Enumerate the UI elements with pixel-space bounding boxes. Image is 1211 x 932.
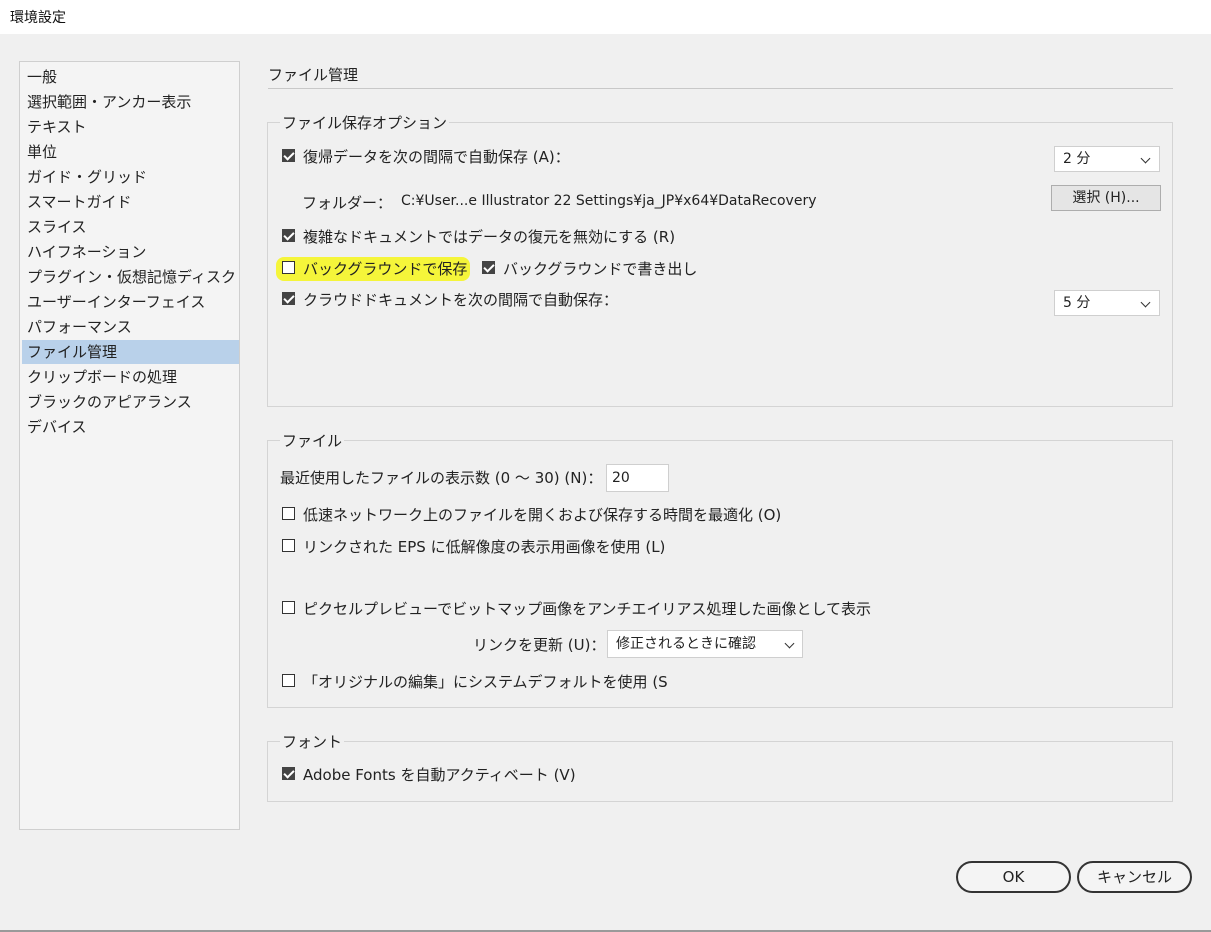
files-group-label: ファイル	[280, 430, 345, 451]
low-res-eps-checkbox[interactable]	[282, 539, 295, 552]
chevron-down-icon	[784, 638, 795, 649]
edit-original-label: 「オリジナルの編集」にシステムデフォルトを使用 (S	[303, 673, 668, 691]
sidebar-item-file-handling[interactable]: ファイル管理	[22, 340, 239, 364]
background-export-checkbox[interactable]	[482, 261, 495, 274]
cloud-interval-value: 5 分	[1063, 295, 1091, 311]
disable-recovery-label: 複雑なドキュメントではデータの復元を無効にする (R)	[303, 228, 676, 246]
autosave-label: 復帰データを次の間隔で自動保存 (A)：	[303, 148, 570, 166]
optimize-network-checkbox[interactable]	[282, 507, 295, 520]
sidebar-item-slices[interactable]: スライス	[22, 215, 239, 239]
recent-count-label: 最近使用したファイルの表示数 (0 〜 30) (N)：	[280, 469, 603, 487]
cloud-interval-select[interactable]: 5 分	[1054, 290, 1160, 316]
pixel-preview-checkbox[interactable]	[282, 601, 295, 614]
recent-count-input[interactable]: 20	[606, 464, 669, 492]
disable-recovery-checkbox[interactable]	[282, 229, 295, 242]
sidebar-item-guides-grid[interactable]: ガイド・グリッド	[22, 165, 239, 189]
sidebar-item-smart-guides[interactable]: スマートガイド	[22, 190, 239, 214]
page-title: ファイル管理	[268, 66, 359, 84]
cancel-button[interactable]: キャンセル	[1077, 861, 1192, 893]
sidebar-item-user-interface[interactable]: ユーザーインターフェイス	[22, 290, 239, 314]
background-export-label: バックグラウンドで書き出し	[503, 260, 698, 278]
sidebar-item-performance[interactable]: パフォーマンス	[22, 315, 239, 339]
sidebar-item-selection[interactable]: 選択範囲・アンカー表示	[22, 90, 239, 114]
low-res-eps-label: リンクされた EPS に低解像度の表示用画像を使用 (L)	[303, 538, 666, 556]
background-save-checkbox[interactable]	[282, 261, 295, 274]
fonts-group-label: フォント	[280, 731, 345, 752]
autosave-checkbox[interactable]	[282, 149, 295, 162]
cloud-autosave-checkbox[interactable]	[282, 292, 295, 305]
title-bar: 環境設定	[0, 0, 1211, 34]
title-divider	[268, 88, 1173, 89]
auto-activate-label: Adobe Fonts を自動アクティベート (V)	[303, 766, 576, 784]
autosave-interval-value: 2 分	[1063, 151, 1091, 167]
folder-label: フォルダー：	[302, 194, 393, 212]
cloud-autosave-label: クラウドドキュメントを次の間隔で自動保存：	[303, 291, 619, 309]
edit-original-checkbox[interactable]	[282, 674, 295, 687]
pixel-preview-label: ピクセルプレビューでビットマップ画像をアンチエイリアス処理した画像として表示	[303, 600, 872, 618]
update-links-label: リンクを更新 (U)：	[473, 636, 606, 654]
sidebar-item-plugins[interactable]: プラグイン・仮想記憶ディスク	[22, 265, 239, 289]
update-links-select[interactable]: 修正されるときに確認	[607, 630, 803, 658]
window-title: 環境設定	[10, 10, 66, 26]
sidebar-item-units[interactable]: 単位	[22, 140, 239, 164]
sidebar-item-black-appearance[interactable]: ブラックのアピアランス	[22, 390, 239, 414]
chevron-down-icon	[1140, 297, 1151, 308]
optimize-network-label: 低速ネットワーク上のファイルを開くおよび保存する時間を最適化 (O)	[303, 506, 782, 524]
chevron-down-icon	[1140, 153, 1151, 164]
sidebar-item-general[interactable]: 一般	[22, 65, 239, 89]
sidebar-item-hyphenation[interactable]: ハイフネーション	[22, 240, 239, 264]
background-save-label: バックグラウンドで保存	[303, 260, 468, 278]
sidebar-item-clipboard[interactable]: クリップボードの処理	[22, 365, 239, 389]
sidebar-item-text[interactable]: テキスト	[22, 115, 239, 139]
ok-button[interactable]: OK	[956, 861, 1071, 893]
folder-path: C:¥User...e Illustrator 22 Settings¥ja_J…	[401, 193, 817, 209]
sidebar-item-devices[interactable]: デバイス	[22, 415, 239, 439]
autosave-interval-select[interactable]: 2 分	[1054, 146, 1160, 172]
category-list: 一般 選択範囲・アンカー表示 テキスト 単位 ガイド・グリッド スマートガイド …	[19, 61, 240, 830]
auto-activate-checkbox[interactable]	[282, 767, 295, 780]
save-options-group-label: ファイル保存オプション	[280, 112, 450, 133]
choose-folder-button[interactable]: 選択 (H)...	[1051, 185, 1161, 211]
update-links-value: 修正されるときに確認	[616, 636, 756, 652]
